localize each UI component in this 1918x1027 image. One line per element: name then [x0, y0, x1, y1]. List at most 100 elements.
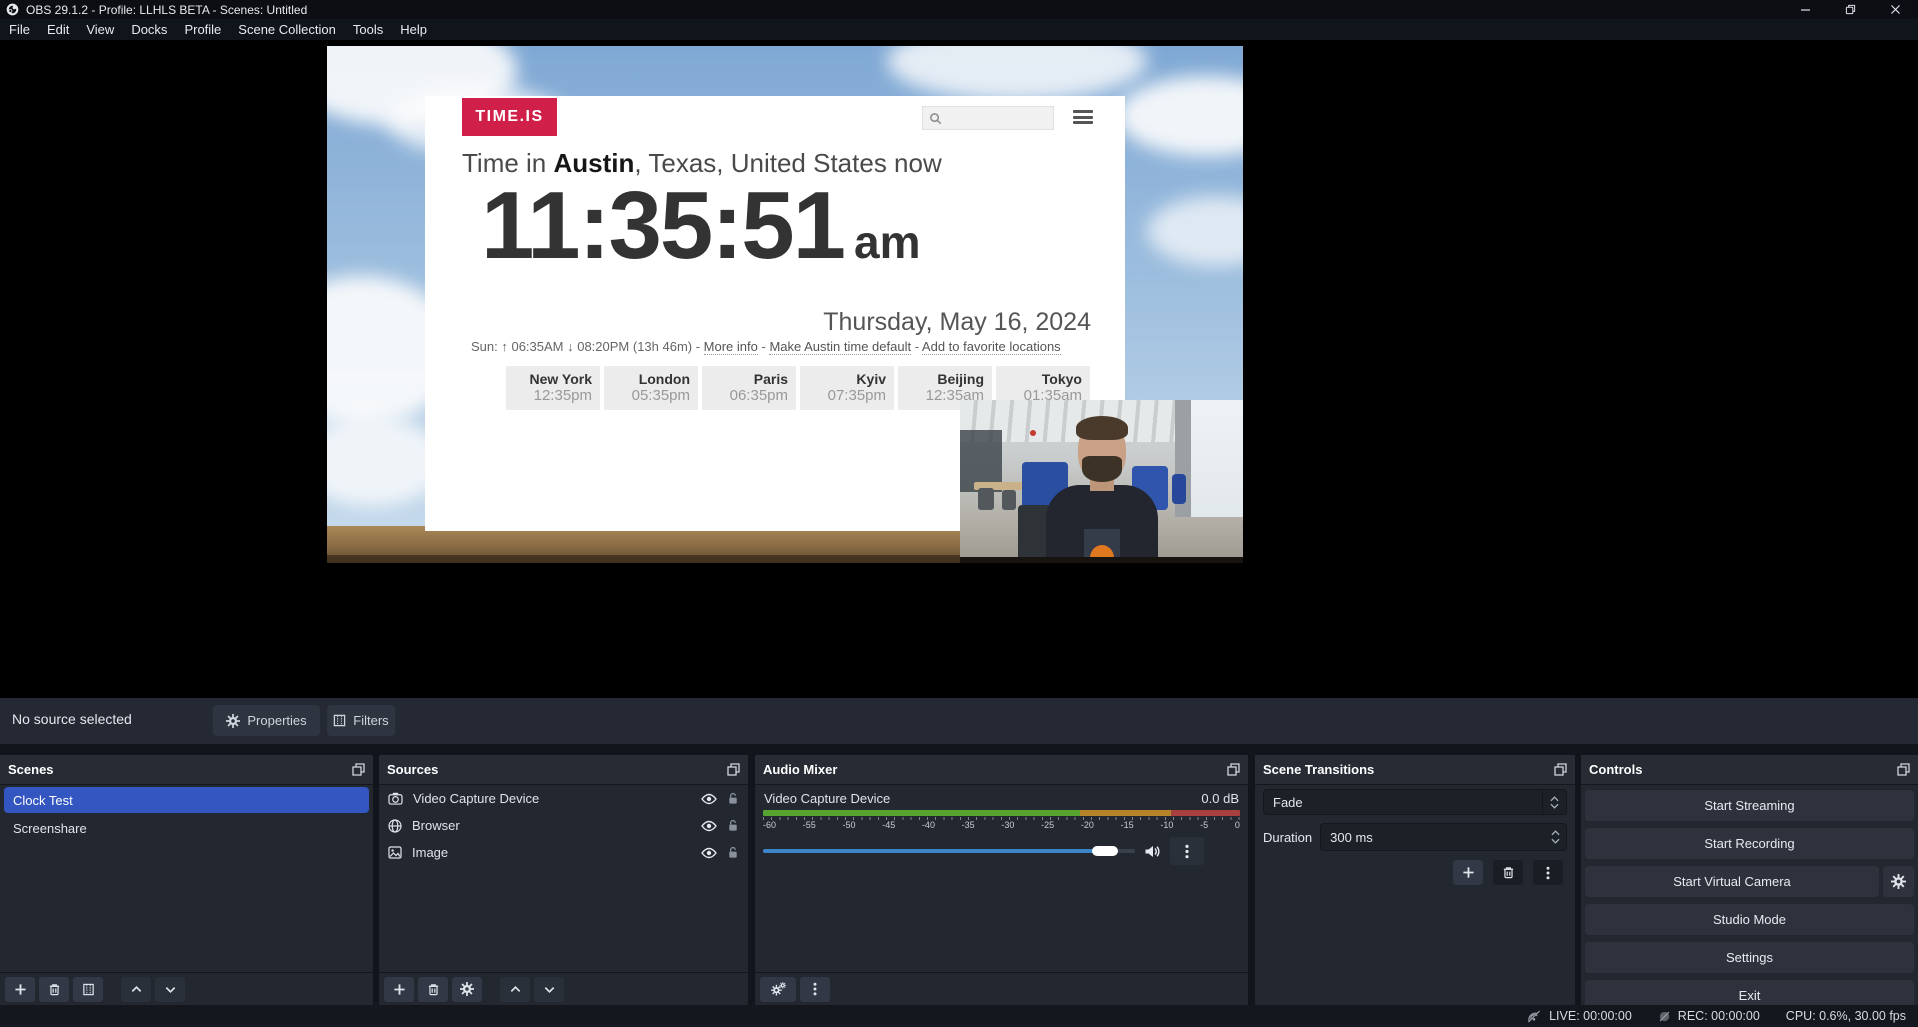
menu-view[interactable]: View: [78, 19, 122, 40]
timeis-sun-info: Sun: ↑ 06:35AM ↓ 08:20PM (13h 46m) - Mor…: [471, 339, 1101, 354]
duration-spinbox[interactable]: 300 ms: [1320, 823, 1567, 851]
move-source-up-button[interactable]: [500, 977, 530, 1002]
remove-transition-button[interactable]: [1493, 860, 1523, 885]
menu-edit[interactable]: Edit: [39, 19, 77, 40]
chevron-up-down-icon[interactable]: [1542, 790, 1566, 814]
add-scene-button[interactable]: [5, 977, 35, 1002]
popout-icon[interactable]: [727, 763, 740, 776]
program-canvas[interactable]: TIME.IS Time in Austin, Texas, United St…: [327, 46, 1243, 563]
lock-icon[interactable]: [727, 819, 739, 832]
minimize-button[interactable]: [1783, 0, 1828, 19]
eye-icon[interactable]: [701, 820, 717, 832]
start-virtual-camera-button[interactable]: Start Virtual Camera: [1585, 866, 1879, 897]
obs-logo-icon: [6, 3, 19, 16]
transition-menu-button[interactable]: [1533, 860, 1563, 885]
popout-icon[interactable]: [352, 763, 365, 776]
scene-filters-button[interactable]: [73, 977, 103, 1002]
spin-down-icon[interactable]: [1551, 838, 1560, 844]
volume-slider[interactable]: [763, 849, 1135, 853]
remove-source-button[interactable]: [418, 977, 448, 1002]
studio-mode-button[interactable]: Studio Mode: [1585, 904, 1914, 935]
transition-selected-value: Fade: [1264, 795, 1542, 810]
filters-button[interactable]: Filters: [327, 705, 395, 736]
source-properties-button[interactable]: [452, 977, 482, 1002]
webcam-source-region[interactable]: [960, 400, 1243, 563]
volume-slider-handle[interactable]: [1092, 846, 1118, 856]
menu-help[interactable]: Help: [392, 19, 435, 40]
search-input[interactable]: [946, 111, 1046, 125]
eye-icon[interactable]: [701, 847, 717, 859]
start-recording-button[interactable]: Start Recording: [1585, 828, 1914, 859]
scene-item-clock-test[interactable]: Clock Test: [4, 787, 369, 813]
webcam-desk-edge: [960, 557, 1243, 563]
make-default-link: Make Austin time default: [769, 339, 911, 355]
clock-ampm: am: [854, 215, 920, 269]
restore-button[interactable]: [1828, 0, 1873, 19]
virtual-camera-settings-button[interactable]: [1883, 866, 1914, 897]
sources-panel: Sources Video Capture Device Browser I: [379, 755, 748, 1005]
source-toolbar: No source selected Properties Filters: [0, 698, 1918, 744]
menu-tools[interactable]: Tools: [345, 19, 391, 40]
scene-transitions-panel: Scene Transitions Fade Duration 300 ms: [1255, 755, 1575, 1005]
city-box-paris: Paris06:35pm: [702, 366, 796, 410]
add-source-button[interactable]: [384, 977, 414, 1002]
source-status-text: No source selected: [12, 711, 132, 727]
scene-item-screenshare[interactable]: Screenshare: [4, 815, 369, 841]
webcam-chair: [978, 488, 994, 510]
start-streaming-button[interactable]: Start Streaming: [1585, 790, 1914, 821]
menu-docks[interactable]: Docks: [123, 19, 175, 40]
eye-icon[interactable]: [701, 793, 717, 805]
scenes-panel: Scenes Clock Test Screenshare: [0, 755, 373, 1005]
transitions-title: Scene Transitions: [1263, 762, 1374, 777]
move-source-down-button[interactable]: [534, 977, 564, 1002]
city-box-kyiv: Kyiv07:35pm: [800, 366, 894, 410]
city-box-london: London05:35pm: [604, 366, 698, 410]
filter-icon: [333, 714, 346, 727]
advanced-audio-button[interactable]: [760, 977, 796, 1002]
webcam-person-beard: [1082, 456, 1122, 482]
speaker-icon[interactable]: [1144, 844, 1161, 859]
transition-select[interactable]: Fade: [1263, 789, 1567, 815]
hamburger-menu-icon: [1073, 110, 1093, 124]
popout-icon[interactable]: [1897, 763, 1910, 776]
spin-up-icon[interactable]: [1551, 830, 1560, 836]
lock-icon[interactable]: [727, 846, 739, 859]
audio-mixer-panel: Audio Mixer Video Capture Device 0.0 dB …: [755, 755, 1248, 1005]
add-transition-button[interactable]: [1453, 860, 1483, 885]
popout-icon[interactable]: [1227, 763, 1240, 776]
mixer-menu-button[interactable]: [800, 977, 830, 1002]
move-scene-down-button[interactable]: [155, 977, 185, 1002]
properties-button[interactable]: Properties: [213, 705, 320, 736]
popout-icon[interactable]: [1554, 763, 1567, 776]
menu-bar: File Edit View Docks Profile Scene Colle…: [0, 19, 1918, 40]
source-label: Video Capture Device: [413, 791, 691, 806]
clock-time: 11:35:51: [481, 176, 844, 277]
move-scene-up-button[interactable]: [121, 977, 151, 1002]
source-row-image[interactable]: Image: [379, 839, 748, 866]
source-label: Browser: [412, 818, 691, 833]
search-icon: [929, 112, 942, 125]
volume-meter: [763, 810, 1240, 816]
preview-area[interactable]: TIME.IS Time in Austin, Texas, United St…: [0, 40, 1918, 698]
more-info-link: More info: [704, 339, 758, 355]
lock-icon[interactable]: [727, 792, 739, 805]
live-time: LIVE: 00:00:00: [1549, 1009, 1632, 1023]
close-button[interactable]: [1873, 0, 1918, 19]
controls-panel: Controls Start Streaming Start Recording…: [1581, 755, 1918, 1005]
mixer-channel-menu-button[interactable]: [1170, 837, 1204, 865]
record-status-icon: [1658, 1010, 1671, 1023]
webcam-sofa: [1172, 474, 1186, 504]
remove-scene-button[interactable]: [39, 977, 69, 1002]
source-label: Image: [412, 845, 691, 860]
meter-tick-labels: -60-55-50-45-40-35-30-25-20-15-10-50: [763, 820, 1240, 830]
settings-button[interactable]: Settings: [1585, 942, 1914, 973]
timeis-search-box: [922, 106, 1054, 130]
webcam-chair: [1002, 490, 1016, 510]
status-bar: LIVE: 00:00:00 REC: 00:00:00 CPU: 0.6%, …: [0, 1005, 1918, 1027]
source-row-browser[interactable]: Browser: [379, 812, 748, 839]
menu-scene-collection[interactable]: Scene Collection: [230, 19, 344, 40]
menu-profile[interactable]: Profile: [176, 19, 229, 40]
source-row-video-capture[interactable]: Video Capture Device: [379, 785, 748, 812]
menu-file[interactable]: File: [1, 19, 38, 40]
duration-label: Duration: [1263, 830, 1312, 845]
